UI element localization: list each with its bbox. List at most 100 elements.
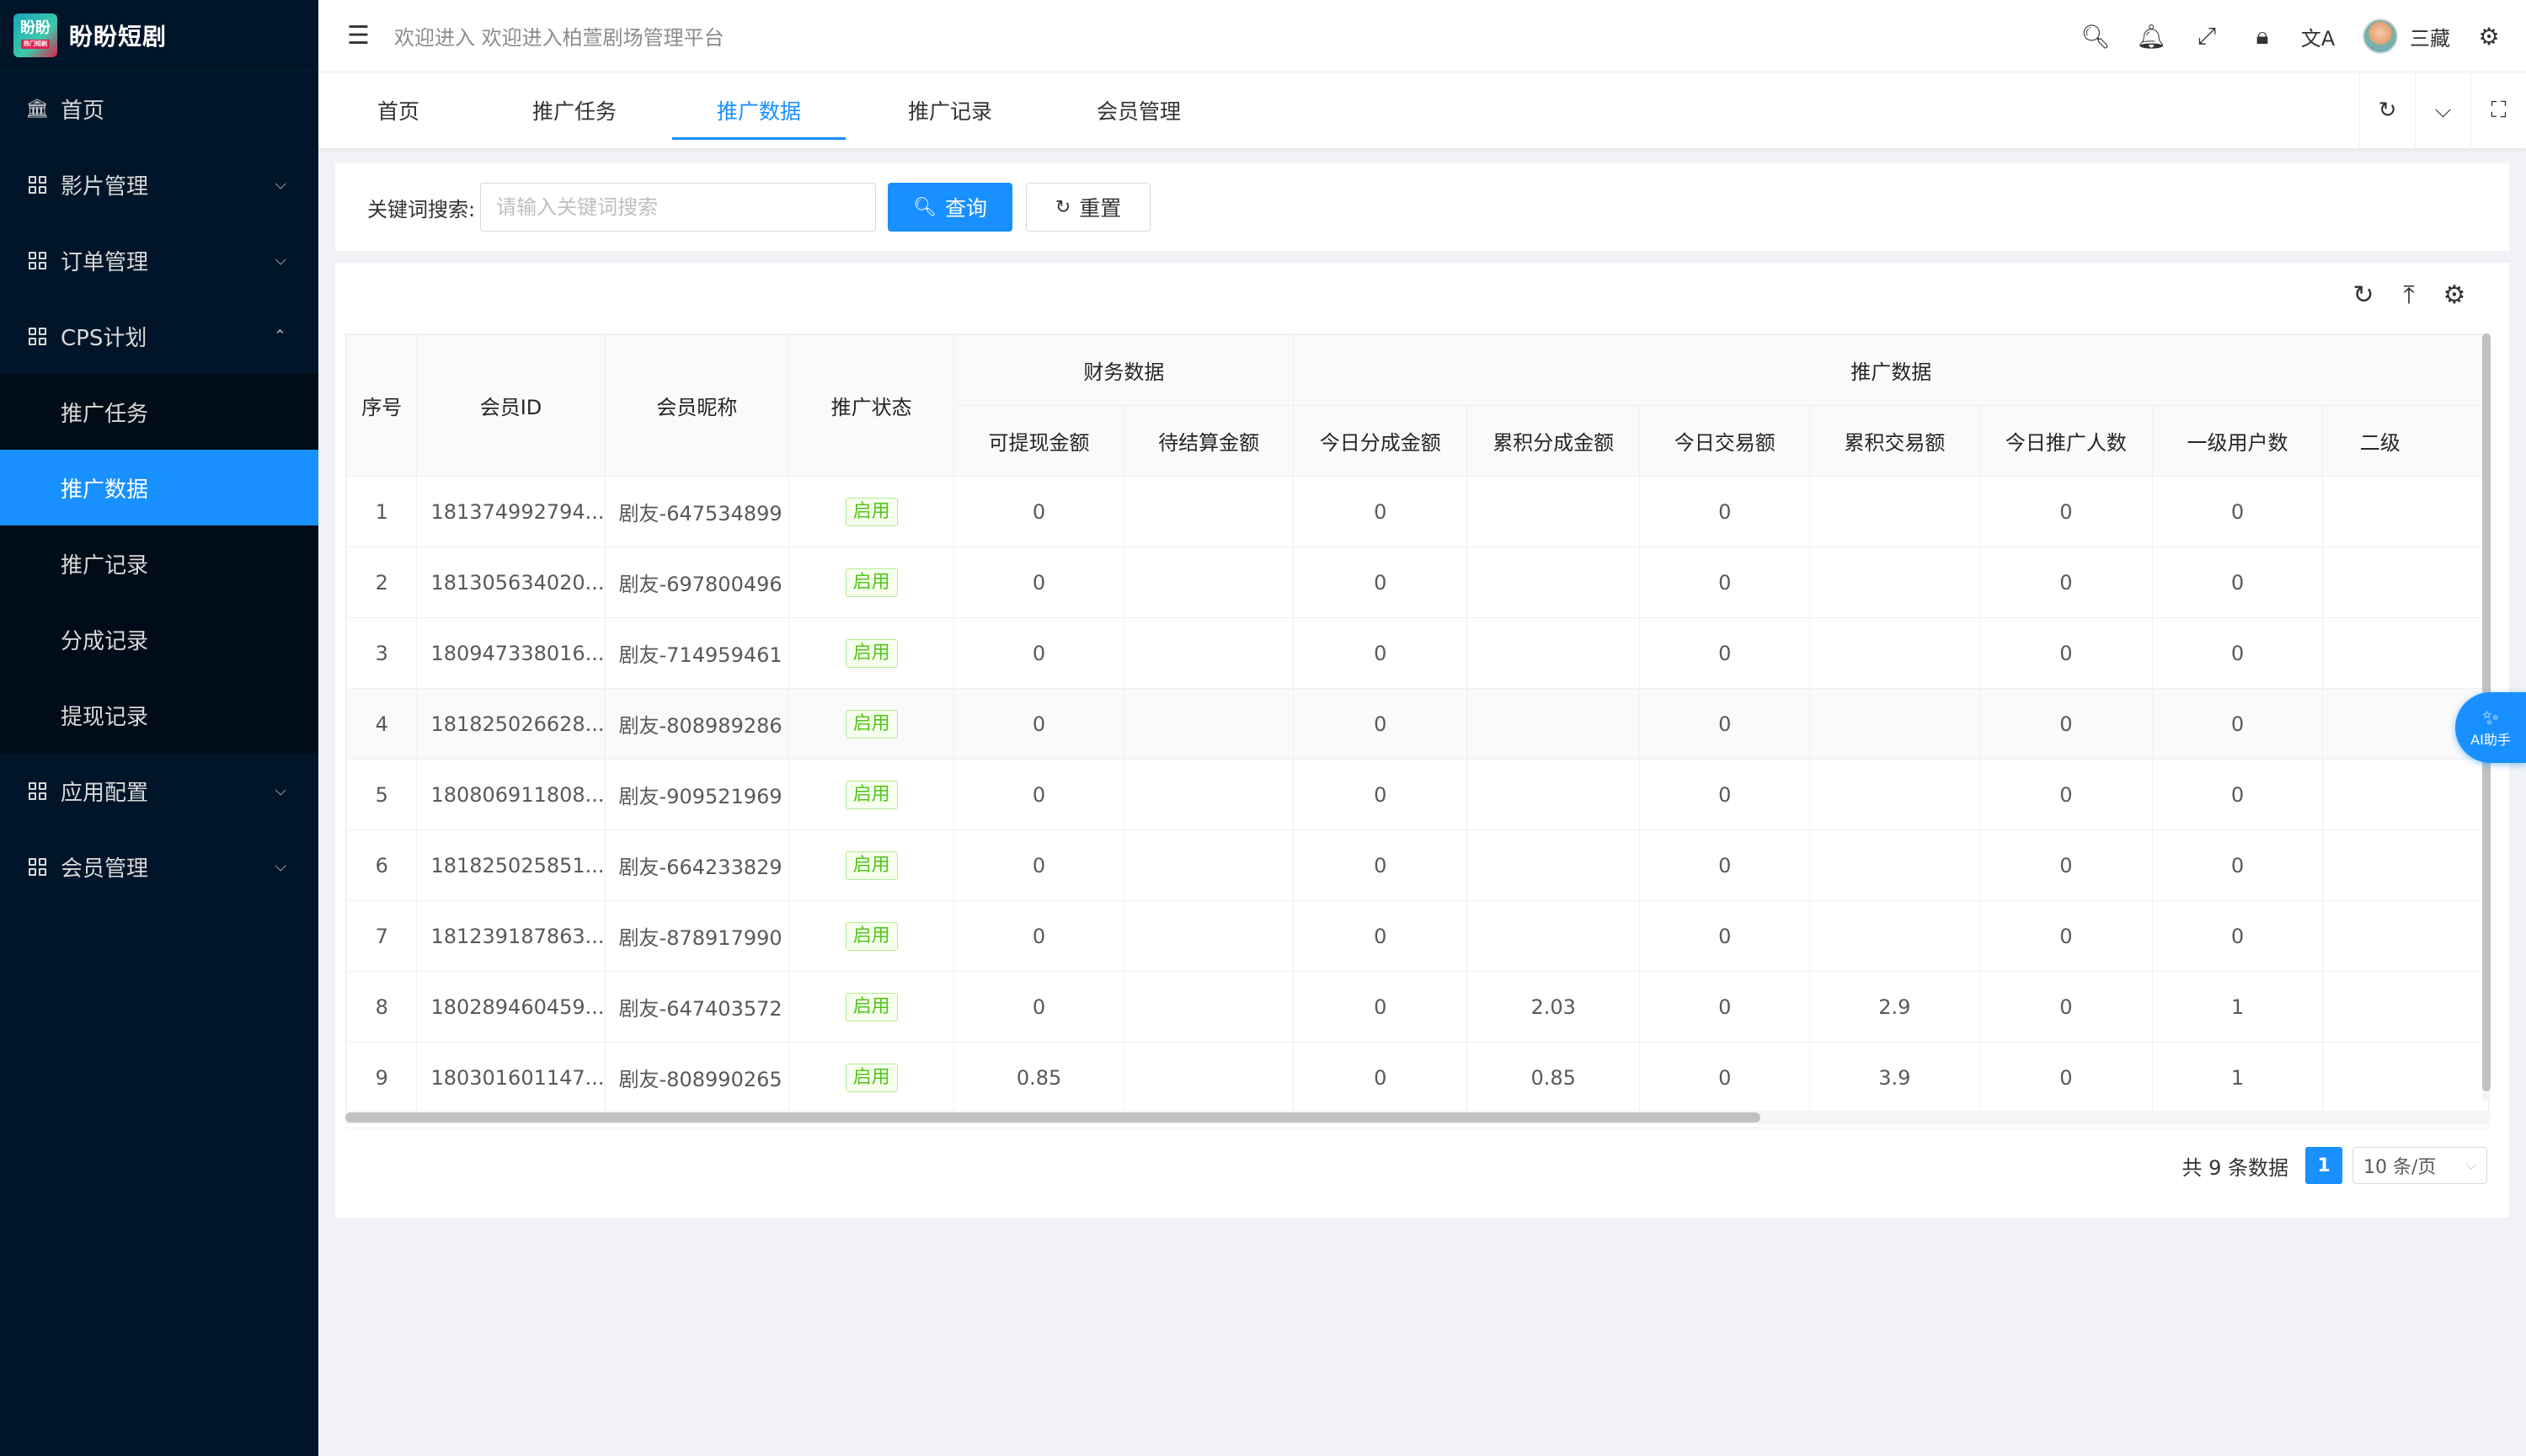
cell-today-share: 0	[1293, 1042, 1467, 1113]
status-badge: 启用	[845, 780, 898, 809]
fullscreen-icon[interactable]: ⤢	[2179, 22, 2235, 51]
translate-icon[interactable]: 文A	[2290, 22, 2346, 51]
cell-total-share: 2.03	[1466, 971, 1641, 1043]
cell-nick: 剧友-664233829	[604, 829, 790, 901]
tab-promo-task[interactable]: 推广任务	[515, 72, 633, 148]
bell-icon[interactable]: 🔔︎	[2123, 23, 2179, 51]
pagination-page-1[interactable]: 1	[2305, 1147, 2342, 1184]
logo-subtext: 热门短剧	[21, 40, 50, 49]
cps-submenu: 推广任务 推广数据 推广记录 分成记录 提现记录	[0, 374, 318, 753]
table-row[interactable]: 6 181825025851... 剧友-664233829 启用 0 0 0 0 0	[346, 829, 2489, 901]
table-row[interactable]: 3 180947338016... 剧友-714959461 启用 0 0 0 0 0	[346, 617, 2489, 689]
query-button[interactable]: 🔍︎ 查询	[888, 183, 1013, 232]
cell-level1: 0	[2152, 900, 2323, 972]
cell-id: 180301601147...	[416, 1042, 606, 1113]
lock-icon[interactable]: 🔒︎	[2235, 22, 2290, 51]
cell-today-share: 0	[1293, 688, 1467, 760]
horizontal-scrollbar-thumb[interactable]	[345, 1112, 1760, 1123]
cell-pending	[1123, 617, 1295, 689]
username[interactable]: 三藏	[2410, 22, 2450, 51]
cell-withdrawable: 0	[953, 547, 1124, 618]
cell-nick: 剧友-647403572	[604, 971, 790, 1043]
reset-button[interactable]: ↻ 重置	[1026, 183, 1151, 232]
sidebar-item-cps[interactable]: CPS计划 ⌃	[0, 298, 318, 374]
cell-status: 启用	[788, 971, 955, 1043]
cell-total-trade	[1809, 617, 1980, 689]
col-header-today-trade: 今日交易额	[1639, 405, 1811, 477]
avatar[interactable]	[2363, 19, 2398, 54]
gear-icon[interactable]: ⚙	[2472, 23, 2506, 51]
search-panel: 关键词搜索: 🔍︎ 查询 ↻ 重置	[335, 163, 2509, 251]
reload-icon[interactable]: ↻	[2341, 278, 2386, 312]
cell-pending	[1123, 476, 1295, 547]
sidebar-item-home[interactable]: 🏛︎ 首页	[0, 71, 318, 147]
cell-today-promo: 0	[1979, 900, 2154, 972]
ai-helper-label: AI助手	[2470, 732, 2511, 748]
expand-icon[interactable]: ⛶	[2470, 72, 2526, 148]
table-row[interactable]: 8 180289460459... 剧友-647403572 启用 0 0 2.03 0 2.9…	[346, 971, 2489, 1043]
cell-nick: 剧友-714959461	[604, 617, 790, 689]
table-row[interactable]: 5 180806911808... 剧友-909521969 启用 0 0 0 0 0	[346, 759, 2489, 830]
cell-nick: 剧友-697800496	[604, 547, 790, 618]
sidebar-item-withdraw-record[interactable]: 提现记录	[0, 677, 318, 753]
page-size-select[interactable]: 10 条/页 ⌵	[2352, 1147, 2487, 1184]
logo-image: 盼盼 热门短剧	[13, 13, 57, 57]
sidebar-item-app-config[interactable]: 应用配置 ⌵	[0, 753, 318, 829]
sidebar-item-film[interactable]: 影片管理 ⌵	[0, 147, 318, 222]
cell-status: 启用	[788, 900, 955, 972]
table-row[interactable]: 2 181305634020... 剧友-697800496 启用 0 0 0 0 0	[346, 547, 2489, 618]
table-row[interactable]: 4 181825026628... 剧友-808989286 启用 0 0 0 0 0	[346, 688, 2489, 760]
sidebar-item-promo-data[interactable]: 推广数据	[0, 450, 318, 525]
cell-status: 启用	[788, 829, 955, 901]
tab-home[interactable]: 首页	[352, 72, 445, 148]
gear-icon[interactable]: ⚙	[2432, 278, 2477, 312]
col-header-today-promo: 今日推广人数	[1979, 405, 2154, 477]
table-row[interactable]: 7 181239187863... 剧友-878917990 启用 0 0 0 0 0	[346, 900, 2489, 972]
col-header-total-share: 累积分成金额	[1466, 405, 1641, 477]
cell-total-share	[1466, 900, 1641, 972]
data-table-container: 序号 会员ID 会员昵称 推广状态 财务数据 推广数据 可提现金额 待结算金额 …	[345, 333, 2490, 1128]
cell-today-promo: 0	[1979, 617, 2154, 689]
table-row[interactable]: 1 181374992794... 剧友-647534899 启用 0 0 0 0 0	[346, 476, 2489, 547]
cell-nick: 剧友-909521969	[604, 759, 790, 830]
sidebar-item-orders[interactable]: 订单管理 ⌵	[0, 222, 318, 298]
grid-icon	[27, 250, 47, 270]
search-input[interactable]	[480, 183, 877, 232]
reload-icon[interactable]: ↻	[2359, 72, 2415, 148]
cell-today-trade: 0	[1639, 476, 1811, 547]
chevron-down-icon[interactable]: ⌵	[2415, 72, 2470, 148]
tab-members[interactable]: 会员管理	[1080, 72, 1198, 148]
cell-id: 180806911808...	[416, 759, 606, 830]
col-header-status: 推广状态	[788, 334, 955, 477]
sidebar-item-members[interactable]: 会员管理 ⌵	[0, 829, 318, 904]
sidebar-item-share-record[interactable]: 分成记录	[0, 601, 318, 677]
cell-nick: 剧友-647534899	[604, 476, 790, 547]
cell-status: 启用	[788, 547, 955, 618]
chevron-up-icon: ⌃	[273, 327, 286, 345]
chevron-down-icon: ⌵	[275, 857, 286, 876]
sidebar-item-label: 首页	[61, 98, 105, 124]
cell-today-promo: 0	[1979, 759, 2154, 830]
cell-level1: 0	[2152, 829, 2323, 901]
menu-fold-icon[interactable]: ☰	[347, 21, 372, 51]
tab-promo-data[interactable]: 推广数据	[672, 72, 846, 148]
tab-promo-record[interactable]: 推广记录	[891, 72, 1009, 148]
column-height-icon[interactable]: ⤒	[2386, 278, 2432, 312]
logo[interactable]: 盼盼 热门短剧 盼盼短剧	[0, 0, 318, 71]
cell-today-promo: 0	[1979, 971, 2154, 1043]
cell-level1: 1	[2152, 1042, 2323, 1113]
cell-today-share: 0	[1293, 617, 1467, 689]
cell-level1: 0	[2152, 688, 2323, 760]
status-badge: 启用	[845, 638, 898, 668]
sidebar-item-promo-task[interactable]: 推广任务	[0, 374, 318, 450]
table-row[interactable]: 9 180301601147... 剧友-808990265 启用 0.85 0 0.85 0…	[346, 1042, 2489, 1113]
cell-withdrawable: 0	[953, 829, 1124, 901]
search-icon[interactable]: 🔍︎	[2068, 23, 2123, 51]
sidebar-item-promo-record[interactable]: 推广记录	[0, 525, 318, 601]
ai-helper-button[interactable]: ✨︎ AI助手	[2455, 692, 2526, 763]
cell-status: 启用	[788, 1042, 955, 1113]
cell-total-share	[1466, 829, 1641, 901]
horizontal-scrollbar[interactable]	[345, 1111, 2490, 1124]
cell-today-trade: 0	[1639, 688, 1811, 760]
cell-level2	[2321, 900, 2489, 972]
